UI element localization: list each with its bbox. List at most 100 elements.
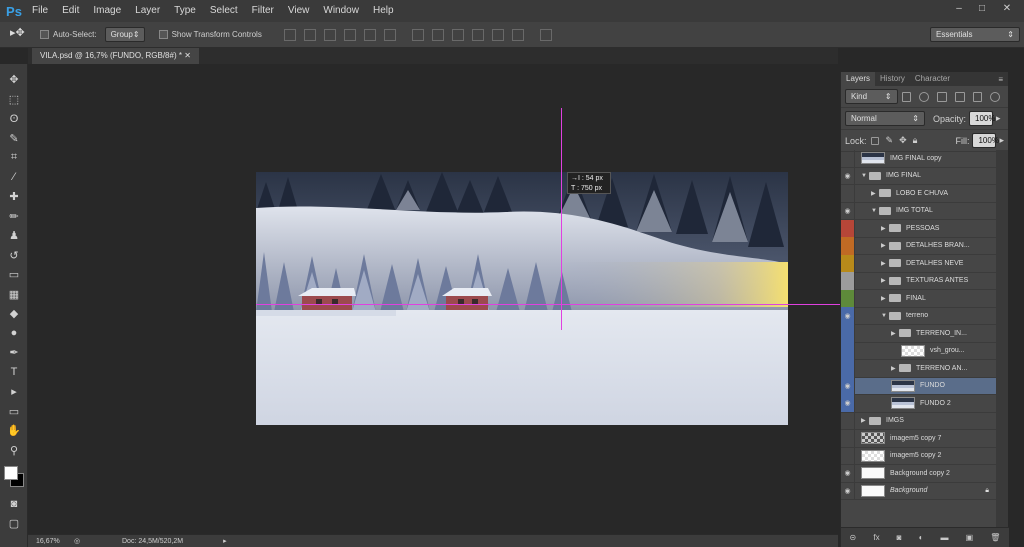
layer-row[interactable]: ▶ TERRENO_IN... (841, 324, 997, 343)
screen-mode-icon[interactable]: ▢ (0, 514, 28, 534)
expand-arrow-icon[interactable]: ▶ (881, 225, 889, 232)
crop-tool-icon[interactable]: ⌗ (0, 148, 28, 168)
fill-slider-arrow-icon[interactable]: ▸ (999, 135, 1004, 146)
quick-mask-icon[interactable]: ◙ (0, 494, 28, 514)
tab-character[interactable]: Character (910, 72, 955, 86)
eye-icon[interactable]: ◉ (841, 167, 855, 185)
layer-row[interactable]: ◉ FUNDO (841, 377, 997, 395)
menu-type[interactable]: Type (167, 0, 203, 22)
opacity-input[interactable]: 100% (969, 111, 995, 126)
menu-filter[interactable]: Filter (245, 0, 281, 22)
eye-hidden-box[interactable] (841, 289, 855, 307)
layer-row[interactable]: ◉ FUNDO 2 (841, 394, 997, 413)
eye-hidden-box[interactable] (841, 149, 855, 167)
link-layers-icon[interactable]: ⊝ (850, 533, 857, 542)
distribute-left-icon[interactable] (471, 28, 484, 41)
quick-select-tool-icon[interactable]: ✎ (0, 129, 28, 149)
eye-hidden-box[interactable] (841, 412, 855, 430)
adjustment-layer-icon[interactable]: ◐ (919, 533, 924, 542)
pen-tool-icon[interactable]: ✒ (0, 343, 28, 363)
expand-arrow-icon[interactable]: ▶ (881, 242, 889, 249)
brush-tool-icon[interactable]: ✏ (0, 207, 28, 227)
zoom-tool-icon[interactable]: ⚲ (0, 441, 28, 461)
auto-select-checkbox[interactable]: Auto-Select: (40, 30, 97, 39)
vertical-guide[interactable] (561, 108, 562, 330)
layer-row[interactable]: ◉ ▼ IMG FINAL (841, 167, 997, 185)
move-tool-preset-icon[interactable]: ▸✥ (10, 26, 40, 44)
menu-edit[interactable]: Edit (55, 0, 86, 22)
status-icon[interactable]: ◎ (74, 537, 84, 545)
layer-row[interactable]: ▶ IMGS (841, 412, 997, 430)
eye-icon[interactable]: ◉ (841, 202, 855, 220)
menu-help[interactable]: Help (366, 0, 401, 22)
healing-brush-tool-icon[interactable]: ✚ (0, 187, 28, 207)
lasso-tool-icon[interactable]: ʘ (0, 109, 28, 129)
expand-arrow-icon[interactable]: ▶ (871, 190, 879, 197)
eye-hidden-box[interactable] (841, 272, 855, 290)
layer-row[interactable]: ▶ TEXTURAS ANTES (841, 272, 997, 290)
filter-toggle-icon[interactable] (990, 91, 1000, 102)
zoom-level[interactable]: 16,67% (36, 538, 66, 545)
distribute-bottom-icon[interactable] (451, 28, 464, 41)
type-tool-icon[interactable]: T (0, 363, 28, 383)
panel-menu-icon[interactable]: ≡ (998, 75, 1003, 84)
history-brush-tool-icon[interactable]: ↺ (0, 246, 28, 266)
layer-row[interactable]: imagem5 copy 2 (841, 447, 997, 465)
new-group-icon[interactable]: ▬ (941, 533, 949, 542)
layer-row[interactable]: ▶ PESSOAS (841, 219, 997, 238)
align-middle-icon[interactable] (303, 28, 316, 41)
eye-icon[interactable]: ◉ (841, 307, 855, 325)
align-right-icon[interactable] (383, 28, 396, 41)
eye-icon[interactable]: ◉ (841, 394, 855, 412)
show-transform-checkbox[interactable]: Show Transform Controls (158, 30, 262, 39)
gradient-tool-icon[interactable]: ▦ (0, 285, 28, 305)
workspace-dropdown[interactable]: Essentials ⇕ (930, 27, 1020, 42)
auto-align-icon[interactable] (539, 28, 552, 41)
kind-filter-dropdown[interactable]: Kind ⇕ (845, 89, 898, 104)
type-filter-icon[interactable] (937, 91, 947, 102)
eye-hidden-box[interactable] (841, 184, 855, 202)
eye-hidden-box[interactable] (841, 447, 855, 465)
close-icon[interactable]: ✕ (996, 3, 1018, 17)
clone-stamp-tool-icon[interactable]: ♟ (0, 226, 28, 246)
expand-arrow-icon[interactable]: ▶ (861, 417, 869, 424)
layer-row[interactable]: ▶ DETALHES NEVE (841, 254, 997, 273)
adjustment-filter-icon[interactable] (919, 91, 930, 102)
lock-all-icon[interactable]: 🔒︎ (913, 135, 918, 146)
document-canvas[interactable] (256, 172, 788, 425)
expand-arrow-icon[interactable]: ▼ (871, 208, 879, 214)
eye-hidden-box[interactable] (841, 359, 855, 377)
layer-row[interactable]: ◉ ▼ IMG TOTAL (841, 202, 997, 220)
eye-hidden-box[interactable] (841, 237, 855, 255)
new-layer-icon[interactable]: ▣ (966, 533, 974, 542)
layer-row[interactable]: ◉ ▼ terreno (841, 307, 997, 325)
eye-icon[interactable]: ◉ (841, 377, 855, 395)
eye-hidden-box[interactable] (841, 254, 855, 272)
layer-row[interactable]: IMG FINAL copy (841, 149, 997, 168)
distribute-center-icon[interactable] (491, 28, 504, 41)
marquee-tool-icon[interactable]: ⬚ (0, 90, 28, 110)
layers-scrollbar[interactable] (996, 150, 1008, 527)
layer-row[interactable]: ◉ Background 🔒︎ (841, 482, 997, 500)
expand-arrow-icon[interactable]: ▶ (881, 260, 889, 267)
path-select-tool-icon[interactable]: ▸ (0, 382, 28, 402)
status-menu-arrow-icon[interactable]: ▸ (223, 537, 227, 545)
move-tool-icon[interactable]: ✥ (0, 70, 28, 90)
blend-mode-dropdown[interactable]: Normal ⇕ (845, 111, 925, 126)
maximize-icon[interactable]: □ (971, 3, 993, 17)
blur-tool-icon[interactable]: ◆ (0, 304, 28, 324)
menu-file[interactable]: File (25, 0, 55, 22)
distribute-middle-icon[interactable] (431, 28, 444, 41)
lock-position-icon[interactable]: ✥ (899, 135, 907, 146)
menu-image[interactable]: Image (86, 0, 128, 22)
foreground-color-swatch[interactable] (4, 466, 18, 480)
menu-view[interactable]: View (281, 0, 317, 22)
align-top-icon[interactable] (283, 28, 296, 41)
expand-arrow-icon[interactable]: ▶ (881, 295, 889, 302)
layer-row[interactable]: vsh_grou... (841, 342, 997, 360)
layer-style-icon[interactable]: fx (873, 533, 879, 542)
tab-history[interactable]: History (875, 72, 910, 86)
menu-layer[interactable]: Layer (128, 0, 167, 22)
layer-row[interactable]: ▶ TERRENO AN... (841, 359, 997, 378)
delete-layer-icon[interactable]: 🗑︎ (990, 533, 1000, 542)
